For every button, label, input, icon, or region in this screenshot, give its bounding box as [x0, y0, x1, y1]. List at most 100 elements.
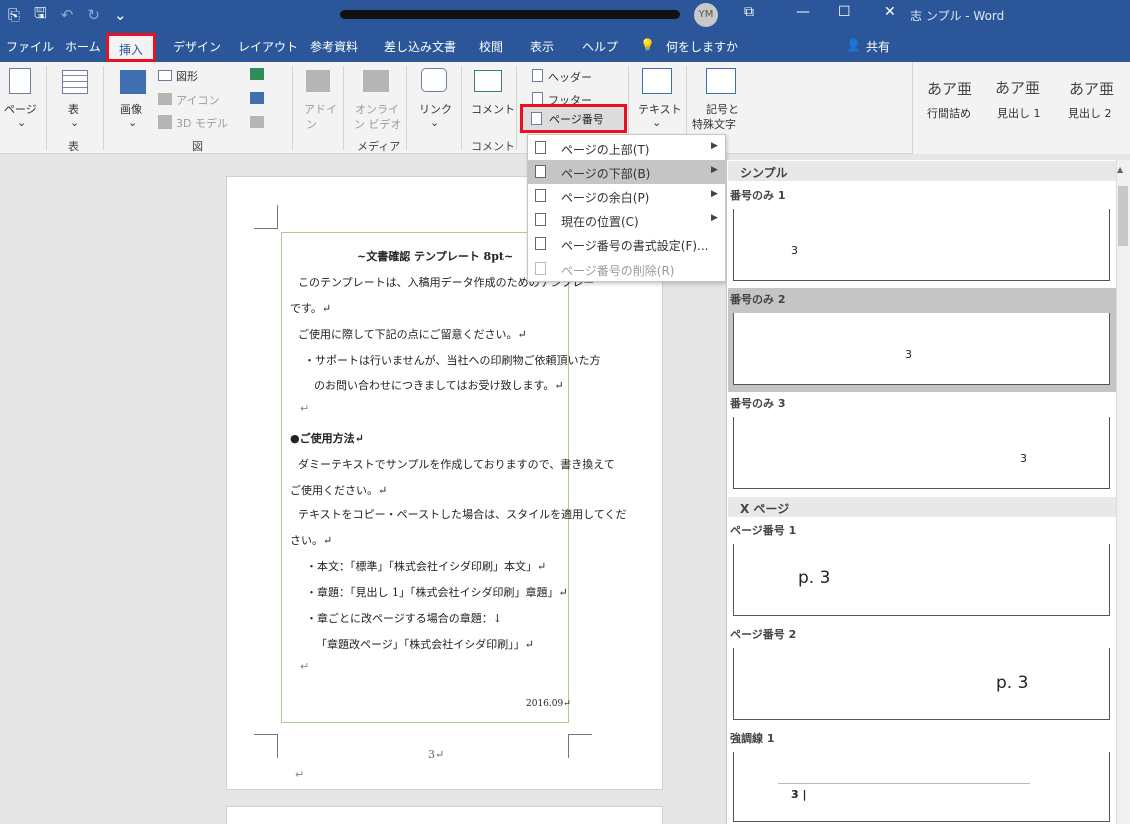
comment-button[interactable]: コメント: [471, 101, 515, 117]
avatar[interactable]: YM: [694, 3, 718, 27]
doc-line: ご使用に際して下記の点にご留意ください。↵: [298, 328, 527, 341]
redo-icon[interactable]: ↻: [87, 6, 100, 24]
gallery-scrollbar[interactable]: [1116, 160, 1130, 824]
symbols-button[interactable]: 記号と: [706, 101, 739, 117]
menu-item-remove-page-numbers[interactable]: ページ番号の削除(R): [528, 257, 725, 281]
style-sample-1[interactable]: あア亜: [927, 78, 972, 99]
style-heading-1[interactable]: 見出し 1: [997, 105, 1041, 121]
submenu-arrow-icon: ▶: [711, 189, 718, 199]
doc-line: テキストをコピー・ペーストした場合は、スタイルを適用してくだ: [298, 508, 627, 521]
screenshot-icon: [250, 116, 264, 128]
autosave-icon[interactable]: ⎘: [8, 6, 20, 24]
smartart-icon: [250, 68, 264, 80]
doc-line: ・本文：「標準」「株式会社イシダ印刷」本文」↵: [306, 560, 547, 573]
ribbon-tabs: ファイル ホーム 挿入 デザイン レイアウト 参考資料 差し込み文書 校閲 表示…: [0, 30, 1130, 62]
special-characters-button[interactable]: 特殊文字: [692, 116, 736, 132]
style-sample-3[interactable]: あア亜: [1069, 78, 1114, 99]
footer-page-number: 3↵: [428, 748, 445, 761]
undo-icon[interactable]: ↶: [61, 6, 74, 24]
doc-line: ・章題：「見出し 1」「株式会社イシダ印刷」章題」↵: [306, 586, 568, 599]
minimize-button[interactable]: —: [796, 4, 810, 20]
scroll-thumb[interactable]: [1118, 186, 1128, 246]
tab-file[interactable]: ファイル: [6, 38, 54, 55]
doc-title: ~文書確認 テンプレート 8pt~: [357, 250, 514, 263]
gallery-item-plain-number-1[interactable]: 3: [733, 209, 1110, 281]
page-bottom-icon: [535, 165, 546, 178]
app-name: 志 ンプル - Word: [910, 9, 1005, 23]
gallery-item-name: 番号のみ 2: [730, 293, 786, 306]
3d-models-button[interactable]: 3D モデル: [176, 115, 228, 131]
links-button[interactable]: リンク: [419, 101, 452, 117]
divider: [292, 66, 293, 150]
gallery-item-name: 番号のみ 1: [730, 189, 786, 202]
addins-icon: [306, 70, 330, 92]
pages-icon: [9, 68, 31, 94]
tell-me-search[interactable]: 何をしますか: [666, 38, 738, 55]
menu-item-page-margins[interactable]: ページの余白(P) ▶: [528, 184, 725, 208]
group-label-comments: コメント: [471, 140, 515, 153]
chevron-down-icon: ⌄: [652, 116, 662, 129]
gallery-item-page-number-1[interactable]: p. 3: [733, 544, 1110, 616]
style-sample-2[interactable]: あア亜: [995, 77, 1040, 98]
preview-number: p. 3: [798, 568, 831, 588]
redacted-title: [340, 10, 680, 19]
tab-review[interactable]: 校閲: [479, 38, 503, 55]
addins-button[interactable]: アドイ: [304, 101, 337, 117]
shapes-button[interactable]: 図形: [176, 68, 198, 84]
page-margin-icon: [535, 189, 546, 202]
menu-item-bottom-of-page[interactable]: ページの下部(B) ▶: [528, 160, 725, 184]
doc-line: ・章ごとに改ページする場合の章題：↓: [306, 612, 502, 625]
styles-gallery: あア亜 行間詰め あア亜 見出し 1 あア亜 見出し 2: [912, 62, 1130, 154]
text-button[interactable]: テキスト: [638, 101, 682, 117]
gallery-item-page-number-2[interactable]: p. 3: [733, 648, 1110, 720]
tab-mailings[interactable]: 差し込み文書: [384, 38, 456, 55]
gallery-item-name: 強調線 1: [730, 732, 775, 745]
icons-button[interactable]: アイコン: [176, 92, 219, 108]
menu-item-format-page-numbers[interactable]: ページ番号の書式設定(F)...: [528, 232, 725, 256]
tab-references[interactable]: 参考資料: [310, 38, 358, 55]
divider: [516, 66, 517, 150]
menu-item-top-of-page[interactable]: ページの上部(T) ▶: [528, 136, 725, 160]
restore-button[interactable]: ☐: [838, 4, 851, 20]
tab-view[interactable]: 表示: [530, 38, 554, 55]
scroll-up-icon[interactable]: ▲: [1117, 165, 1123, 174]
preview-number: p. 3: [996, 673, 1029, 693]
document-page-2[interactable]: [226, 806, 663, 824]
tab-help[interactable]: ヘルプ: [582, 38, 618, 55]
tab-design[interactable]: デザイン: [173, 38, 221, 55]
gallery-item-name: 番号のみ 3: [730, 397, 786, 410]
tab-layout[interactable]: レイアウト: [238, 38, 298, 55]
page-number-button[interactable]: ページ番号: [520, 104, 627, 133]
doc-line: 「章題改ページ」「株式会社イシダ印刷」」↵: [316, 638, 534, 651]
pictures-button[interactable]: 画像: [120, 101, 142, 117]
customize-qat-icon[interactable]: ⌄: [114, 6, 127, 24]
save-icon[interactable]: 🖫: [34, 3, 47, 28]
gallery-item-plain-number-3[interactable]: 3: [733, 417, 1110, 489]
table-button[interactable]: 表: [68, 101, 79, 117]
style-heading-2[interactable]: 見出し 2: [1068, 105, 1112, 121]
preview-number: 3: [791, 244, 798, 257]
menu-item-current-position[interactable]: 現在の位置(C) ▶: [528, 208, 725, 232]
tab-insert[interactable]: 挿入: [106, 33, 157, 62]
gallery-item-plain-number-2[interactable]: 3: [733, 313, 1110, 385]
divider: [103, 66, 104, 150]
quick-access-toolbar: ⎘ 🖫 ↶ ↻ ⌄: [8, 3, 127, 27]
table-icon: [62, 70, 88, 94]
page-number-label: ページ番号: [549, 113, 604, 126]
close-button[interactable]: ✕: [884, 4, 896, 20]
style-no-spacing[interactable]: 行間詰め: [927, 105, 971, 121]
ribbon-display-icon[interactable]: ⧉: [744, 4, 754, 20]
online-video-button[interactable]: オンライ: [355, 101, 399, 117]
tab-home[interactable]: ホーム: [65, 38, 101, 55]
header-button[interactable]: ヘッダー: [548, 69, 592, 85]
pages-button[interactable]: ページ: [4, 101, 37, 117]
link-icon: [421, 68, 447, 92]
gallery-section-x-page: X ページ: [728, 497, 1116, 517]
share-button[interactable]: 共有: [866, 38, 890, 55]
gallery-item-accent-bar-1[interactable]: 3 |: [733, 752, 1110, 822]
omega-icon: [706, 68, 736, 94]
submenu-arrow-icon: ▶: [711, 165, 718, 175]
submenu-arrow-icon: ▶: [711, 141, 718, 151]
doc-date: 2016.09↵: [526, 699, 571, 709]
chevron-down-icon: ⌄: [17, 116, 27, 129]
